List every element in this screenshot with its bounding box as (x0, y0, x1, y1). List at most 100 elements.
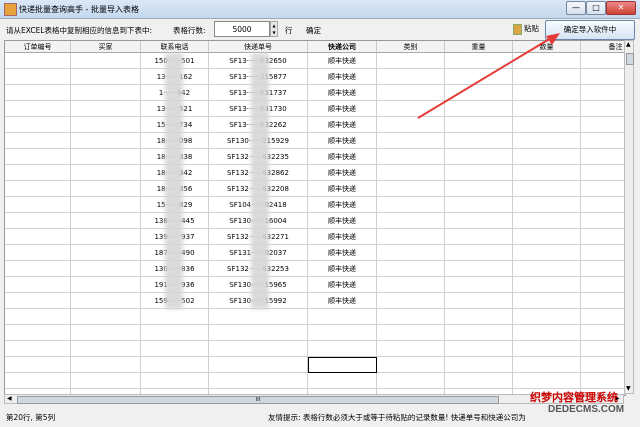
cell-remark[interactable] (581, 165, 625, 181)
table-row[interactable]: 187······490SF131······02037顺丰快递 (5, 245, 625, 261)
cell-buyer[interactable] (71, 149, 141, 165)
maximize-button[interactable]: □ (586, 1, 606, 15)
vertical-scroll-thumb[interactable] (626, 53, 634, 65)
cell-courier[interactable]: 顺丰快递 (308, 197, 377, 213)
table-row[interactable]: 13······521SF13······641730顺丰快递 (5, 101, 625, 117)
table-row[interactable] (5, 357, 625, 373)
table-row[interactable]: 15······829SF104······02418顺丰快递 (5, 197, 625, 213)
cell-courier[interactable]: 顺丰快递 (308, 213, 377, 229)
cell-quantity[interactable] (513, 197, 581, 213)
cell-courier[interactable] (308, 341, 377, 357)
cell-order-no[interactable] (5, 101, 71, 117)
cell-category[interactable] (377, 341, 445, 357)
vertical-scrollbar[interactable]: ▲ ▼ (624, 40, 634, 394)
cell-quantity[interactable] (513, 261, 581, 277)
cell-category[interactable] (377, 357, 445, 373)
cell-weight[interactable] (445, 325, 513, 341)
confirm-rows-button[interactable]: 确定 (306, 25, 321, 36)
table-row[interactable]: 18······098SF130······215929顺丰快递 (5, 133, 625, 149)
table-row[interactable]: 18······342SF132······632862顺丰快递 (5, 165, 625, 181)
cell-buyer[interactable] (71, 245, 141, 261)
cell-category[interactable] (377, 149, 445, 165)
cell-quantity[interactable] (513, 149, 581, 165)
cell-order-no[interactable] (5, 133, 71, 149)
table-row[interactable]: 150······501SF13······632650顺丰快递 (5, 53, 625, 69)
cell-quantity[interactable] (513, 53, 581, 69)
cell-order-no[interactable] (5, 293, 71, 309)
cell-remark[interactable] (581, 197, 625, 213)
cell-category[interactable] (377, 197, 445, 213)
cell-buyer[interactable] (71, 341, 141, 357)
column-header-category[interactable]: 类别 (377, 41, 445, 53)
table-row[interactable] (5, 325, 625, 341)
cell-quantity[interactable] (513, 117, 581, 133)
cell-remark[interactable] (581, 53, 625, 69)
cell-order-no[interactable] (5, 197, 71, 213)
cell-buyer[interactable] (71, 261, 141, 277)
cell-phone[interactable] (141, 357, 209, 373)
cell-category[interactable] (377, 261, 445, 277)
cell-buyer[interactable] (71, 197, 141, 213)
cell-remark[interactable] (581, 213, 625, 229)
cell-buyer[interactable] (71, 101, 141, 117)
cell-buyer[interactable] (71, 69, 141, 85)
cell-quantity[interactable] (513, 85, 581, 101)
cell-tracking-no[interactable] (209, 309, 308, 325)
cell-order-no[interactable] (5, 149, 71, 165)
cell-buyer[interactable] (71, 213, 141, 229)
cell-buyer[interactable] (71, 357, 141, 373)
cell-remark[interactable] (581, 101, 625, 117)
cell-remark[interactable] (581, 357, 625, 373)
cell-order-no[interactable] (5, 341, 71, 357)
cell-remark[interactable] (581, 325, 625, 341)
cell-quantity[interactable] (513, 293, 581, 309)
cell-buyer[interactable] (71, 85, 141, 101)
table-row[interactable]: 139······937SF132······632271顺丰快递 (5, 229, 625, 245)
cell-buyer[interactable] (71, 117, 141, 133)
import-to-software-button[interactable]: 确定导入软件中 (545, 20, 635, 40)
cell-quantity[interactable] (513, 325, 581, 341)
cell-weight[interactable] (445, 213, 513, 229)
cell-remark[interactable] (581, 117, 625, 133)
cell-category[interactable] (377, 245, 445, 261)
cell-category[interactable] (377, 373, 445, 389)
cell-quantity[interactable] (513, 69, 581, 85)
table-row[interactable]: 18······338SF132······632235顺丰快递 (5, 149, 625, 165)
cell-remark[interactable] (581, 261, 625, 277)
paste-button[interactable]: 粘贴 (513, 23, 539, 35)
cell-remark[interactable] (581, 85, 625, 101)
cell-category[interactable] (377, 165, 445, 181)
cell-order-no[interactable] (5, 277, 71, 293)
cell-category[interactable] (377, 229, 445, 245)
cell-quantity[interactable] (513, 229, 581, 245)
cell-order-no[interactable] (5, 165, 71, 181)
table-row[interactable]: 13······162SF13······215877顺丰快递 (5, 69, 625, 85)
cell-courier[interactable]: 顺丰快递 (308, 85, 377, 101)
table-row[interactable]: 15······734SF13······632262顺丰快递 (5, 117, 625, 133)
cell-order-no[interactable] (5, 325, 71, 341)
cell-tracking-no[interactable] (209, 357, 308, 373)
cell-order-no[interactable] (5, 85, 71, 101)
cell-category[interactable] (377, 69, 445, 85)
rows-count-input[interactable] (214, 21, 270, 37)
cell-buyer[interactable] (71, 373, 141, 389)
cell-category[interactable] (377, 213, 445, 229)
cell-courier[interactable] (308, 309, 377, 325)
column-header-weight[interactable]: 重量 (445, 41, 513, 53)
cell-quantity[interactable] (513, 165, 581, 181)
cell-courier[interactable]: 顺丰快递 (308, 117, 377, 133)
cell-weight[interactable] (445, 85, 513, 101)
cell-remark[interactable] (581, 181, 625, 197)
cell-remark[interactable] (581, 229, 625, 245)
table-row[interactable]: 159······502SF130······15992顺丰快递 (5, 293, 625, 309)
scroll-down-icon[interactable]: ▼ (626, 385, 631, 392)
cell-weight[interactable] (445, 277, 513, 293)
data-grid[interactable]: 订单编号买家联系电话快递单号快递公司类别重量数量备注 150······501S… (4, 40, 626, 396)
cell-courier[interactable]: 顺丰快递 (308, 149, 377, 165)
cell-courier[interactable] (308, 325, 377, 341)
cell-category[interactable] (377, 133, 445, 149)
table-row[interactable]: 191······936SF130······15965顺丰快递 (5, 277, 625, 293)
cell-category[interactable] (377, 53, 445, 69)
cell-buyer[interactable] (71, 133, 141, 149)
rows-spinner[interactable]: ▲ ▼ (270, 21, 278, 37)
